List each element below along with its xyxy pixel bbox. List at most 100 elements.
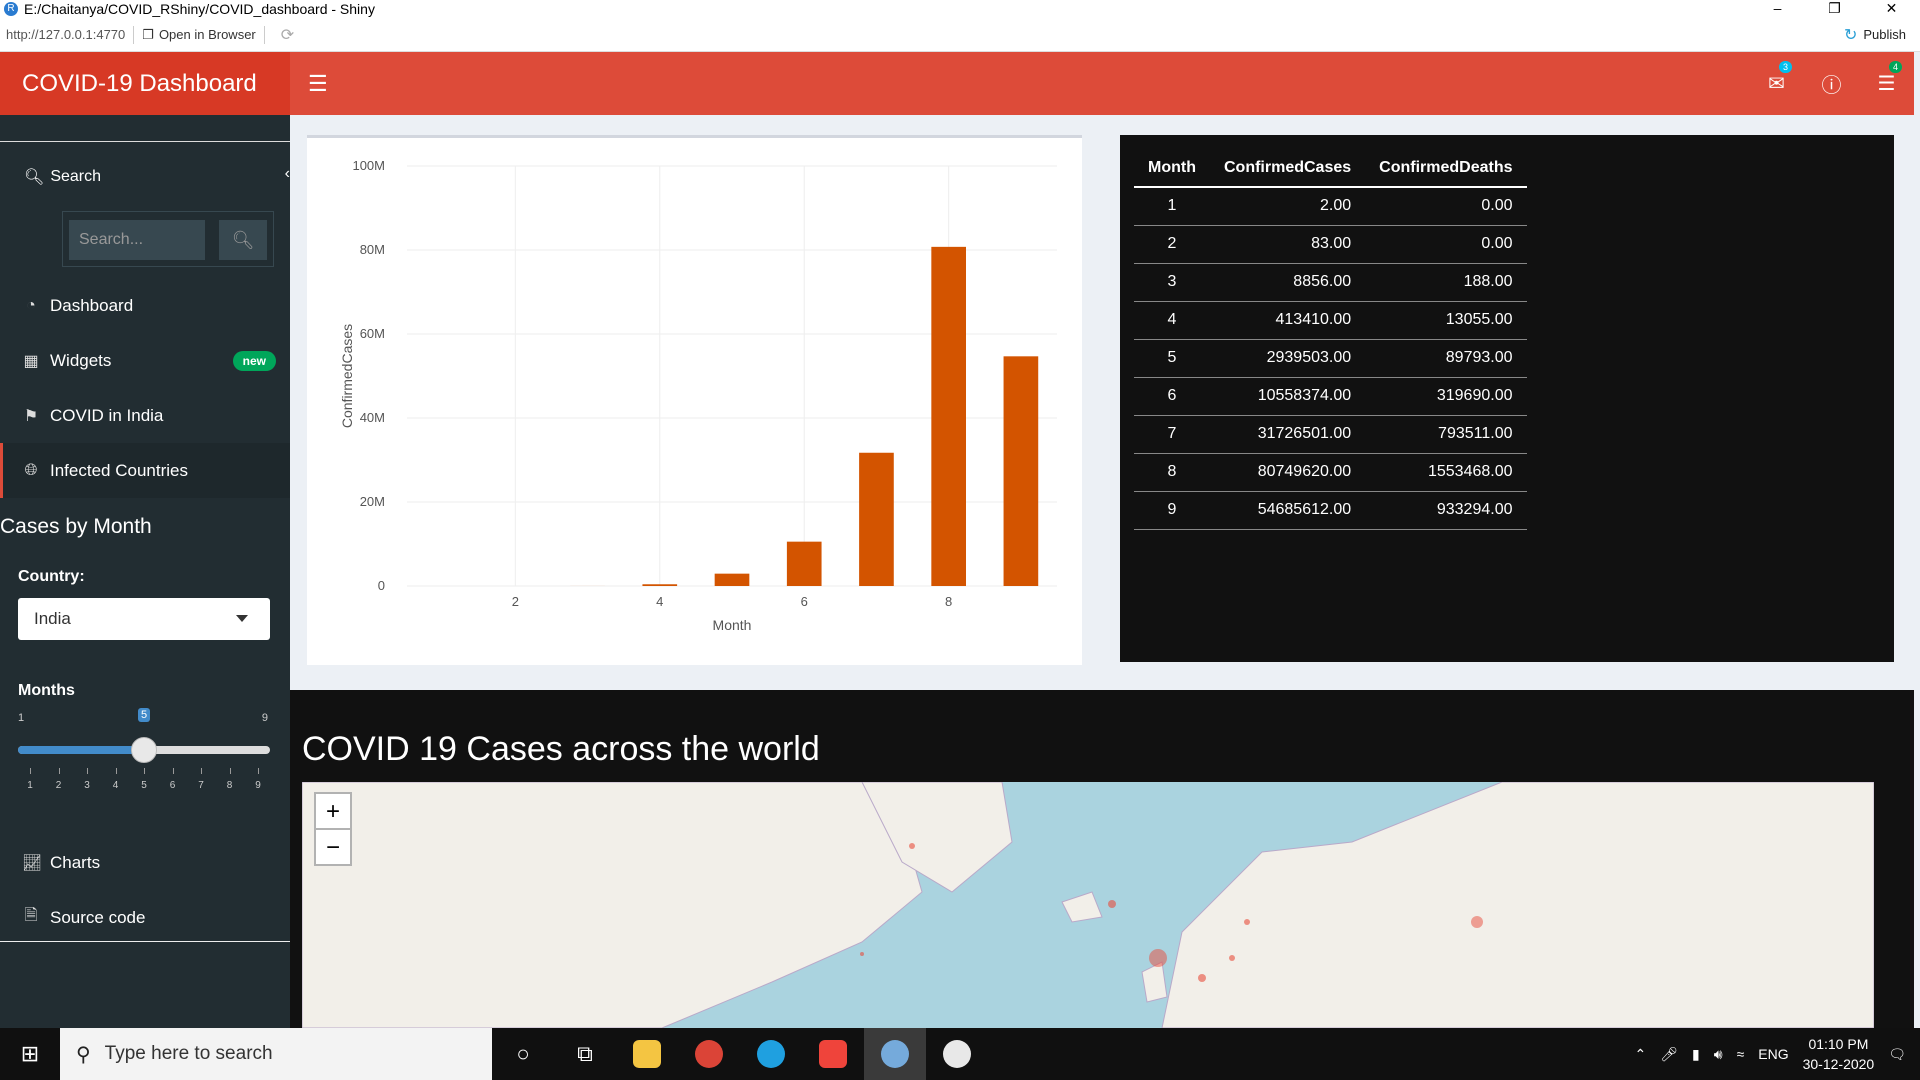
slider-tick: [115, 768, 117, 774]
chevron-up-icon[interactable]: ⌃: [1635, 1046, 1647, 1063]
publish-label: Publish: [1863, 27, 1906, 42]
microphone-icon[interactable]: 🎤︎: [1660, 1046, 1678, 1063]
chrome-icon[interactable]: [678, 1028, 740, 1080]
window-titlebar: R E:/Chaitanya/COVID_RShiny/COVID_dashbo…: [0, 0, 1920, 18]
sidebar-item-dashboard[interactable]: ◔ Dashboard: [0, 278, 290, 333]
sidebar-item-infected-countries[interactable]: 🌐︎ Infected Countries: [0, 443, 290, 498]
cortana-icon[interactable]: ○: [492, 1028, 554, 1080]
map-land-layer: [302, 782, 1874, 1028]
sidebar-item-covid-india[interactable]: ⚑ COVID in India: [0, 388, 290, 443]
cell-cases: 54685612.00: [1209, 491, 1366, 530]
edge-icon[interactable]: [740, 1028, 802, 1080]
volume-icon[interactable]: 🔊︎: [1714, 1046, 1723, 1063]
wifi-icon[interactable]: ≈: [1737, 1046, 1745, 1062]
case-marker[interactable]: [860, 952, 864, 956]
cell-deaths: 188.00: [1365, 263, 1527, 302]
slider-value-label: 5: [138, 708, 151, 722]
slider-tick-label: 6: [169, 780, 176, 791]
table-row: 5 2939503.00 89793.00: [1134, 339, 1527, 378]
external-window-icon: ❐: [142, 26, 154, 42]
taskbar-clock[interactable]: 01:10 PM 30-12-2020: [1803, 1034, 1875, 1074]
tasks-menu[interactable]: ☰ 4: [1859, 61, 1914, 96]
windows-start-icon[interactable]: ⊞: [0, 1041, 60, 1067]
publish-button[interactable]: ↻ Publish: [1844, 25, 1906, 45]
language-indicator[interactable]: ENG: [1758, 1046, 1788, 1062]
case-marker[interactable]: [1471, 916, 1483, 928]
search-icon: 🔍︎: [24, 169, 45, 186]
zoom-out-button[interactable]: −: [314, 828, 352, 866]
sidebar-search-input[interactable]: [69, 220, 205, 260]
case-marker[interactable]: [1198, 974, 1206, 982]
minimize-button[interactable]: –: [1749, 0, 1806, 18]
rstudio-icon[interactable]: [864, 1028, 926, 1080]
notification-center-icon[interactable]: 🗨︎: [1888, 1046, 1906, 1063]
info-menu[interactable]: ⓘ: [1804, 69, 1859, 98]
world-map-box: COVID 19 Cases across the world + −: [290, 690, 1914, 1028]
chart-bar[interactable]: [931, 246, 966, 586]
chart-bar[interactable]: [1003, 356, 1039, 586]
x-tick-label: 4: [656, 594, 663, 609]
slider-handle[interactable]: [131, 737, 157, 763]
cases-bar-chart[interactable]: 0 20M 40M 60M 80M 100M 2 4 6 8 Month ConfirmedCases: [307, 138, 1082, 665]
sidebar-item-charts[interactable]: 📈︎ Charts: [0, 835, 290, 890]
globe-icon: 🌐︎: [24, 461, 38, 479]
zoom-in-button[interactable]: +: [314, 792, 352, 830]
close-button[interactable]: ✕: [1863, 0, 1920, 18]
window-controls: – ❐ ✕: [1749, 0, 1920, 18]
case-marker[interactable]: [909, 843, 915, 849]
anydesk-icon[interactable]: [802, 1028, 864, 1080]
file-explorer-icon[interactable]: [616, 1028, 678, 1080]
envelope-icon: ✉: [1768, 73, 1785, 95]
hamburger-icon[interactable]: ☰: [308, 71, 328, 97]
dashboard-logo[interactable]: COVID-19 Dashboard: [0, 52, 290, 115]
country-select[interactable]: India: [18, 598, 270, 640]
search-icon: ⚲: [76, 1043, 91, 1066]
case-marker[interactable]: [1108, 900, 1116, 908]
slider-tick: [258, 768, 259, 774]
col-header-confirmed-cases[interactable]: ConfirmedCases: [1209, 149, 1366, 188]
chart-bar[interactable]: [642, 584, 678, 586]
case-marker[interactable]: [1229, 955, 1235, 961]
case-marker[interactable]: [1149, 949, 1167, 967]
case-marker[interactable]: [1244, 919, 1250, 925]
table-row: 9 54685612.00 933294.00: [1134, 491, 1527, 530]
sidebar-divider-bottom: [0, 941, 290, 942]
cell-month: 1: [1134, 187, 1210, 226]
sidebar-item-source-code[interactable]: 🗎︎ Source code: [0, 890, 290, 945]
sidebar-item-label: Dashboard: [50, 295, 134, 315]
battery-icon[interactable]: ▮: [1692, 1046, 1700, 1063]
cell-cases: 10558374.00: [1209, 377, 1366, 416]
restore-button[interactable]: ❐: [1806, 0, 1863, 18]
task-view-icon[interactable]: ⧉: [554, 1028, 616, 1080]
slider-tick: [201, 768, 202, 774]
anydesk-glyph: [819, 1040, 847, 1068]
chart-bar[interactable]: [786, 541, 822, 586]
slider-fill: [18, 746, 144, 754]
slider-tick: [172, 768, 174, 774]
file-code-icon: 🗎︎: [24, 907, 38, 924]
caret-down-icon: [236, 615, 248, 622]
sidebar-search-heading[interactable]: 🔍︎ Search: [24, 167, 101, 187]
sidebar-item-widgets[interactable]: ▦ Widgets new: [0, 333, 290, 388]
col-header-confirmed-deaths[interactable]: ConfirmedDeaths: [1365, 149, 1527, 188]
sidebar-search-button[interactable]: 🔍︎: [219, 220, 267, 260]
snipping-tool-icon[interactable]: [926, 1028, 988, 1080]
chart-icon: 📈︎: [22, 854, 43, 872]
info-icon: ⓘ: [1821, 75, 1842, 97]
messages-menu[interactable]: ✉ 3: [1749, 61, 1804, 96]
y-axis-label: ConfirmedCases: [339, 324, 355, 428]
world-map[interactable]: + −: [302, 782, 1874, 1028]
cell-month: 7: [1134, 415, 1210, 454]
refresh-icon[interactable]: ⟳: [281, 25, 294, 45]
slider-max-label: 9: [261, 712, 268, 724]
taskbar-search[interactable]: ⚲ Type here to search: [60, 1028, 492, 1080]
chart-bar[interactable]: [859, 452, 894, 586]
col-header-month[interactable]: Month: [1134, 149, 1210, 188]
months-slider[interactable]: 1 9 5 1 2 3 4 5 6 7 8 9: [18, 708, 270, 792]
chart-bar[interactable]: [714, 573, 750, 586]
chevron-left-icon[interactable]: ‹: [285, 165, 290, 183]
cell-deaths: 0.00: [1365, 225, 1527, 264]
grid-icon: ▦: [23, 352, 39, 370]
open-in-browser-button[interactable]: ❐ Open in Browser: [142, 27, 255, 43]
cell-month: 4: [1134, 301, 1210, 340]
